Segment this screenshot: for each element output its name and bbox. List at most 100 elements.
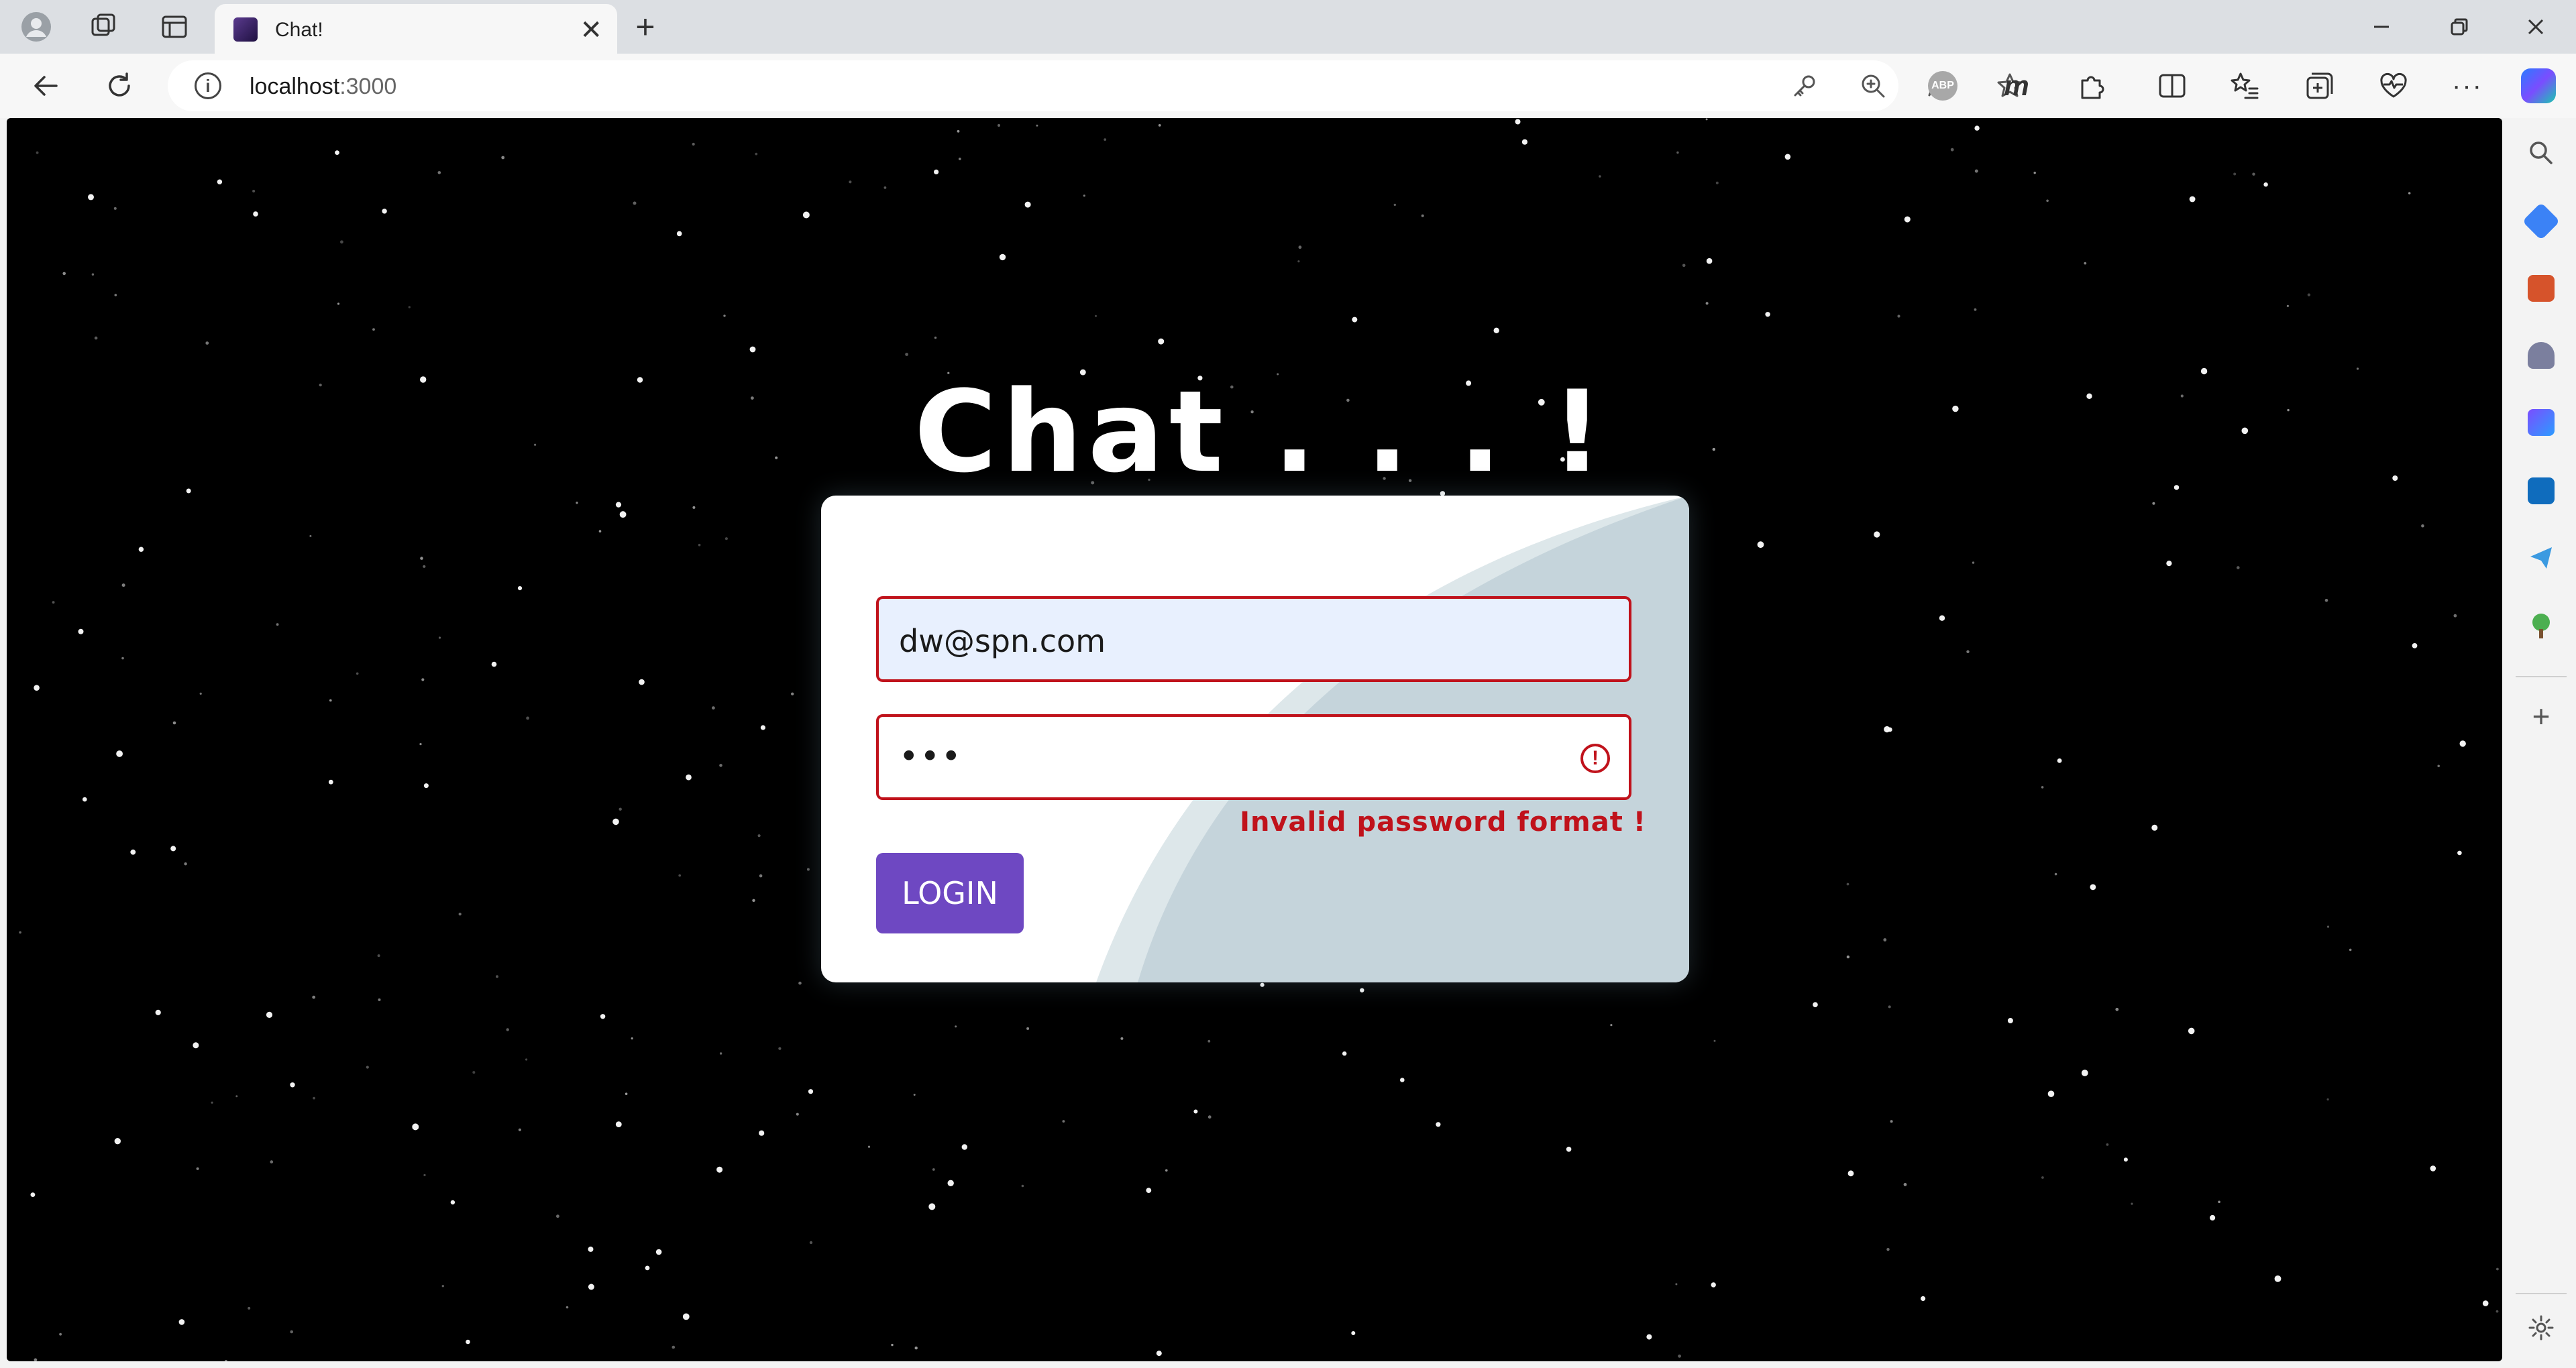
sidebar-search-icon[interactable]	[2524, 135, 2559, 170]
star	[412, 1123, 419, 1131]
star	[556, 1214, 559, 1218]
star	[266, 1011, 273, 1018]
star	[1599, 175, 1601, 178]
email-field[interactable]: dw@spn.com	[876, 596, 1631, 682]
star	[116, 750, 123, 757]
sidebar-games-icon[interactable]	[2524, 338, 2559, 373]
tab-actions-icon[interactable]	[156, 8, 193, 46]
star	[34, 1358, 38, 1361]
star	[1360, 988, 1364, 992]
split-screen-icon[interactable]	[2153, 67, 2191, 105]
star	[724, 537, 728, 540]
favorites-list-icon[interactable]	[2226, 67, 2263, 105]
star	[600, 1014, 606, 1019]
zoom-icon[interactable]	[1857, 70, 1889, 102]
sidebar-outlook-icon[interactable]	[2524, 473, 2559, 508]
star	[2166, 561, 2172, 567]
star	[645, 1265, 650, 1271]
star	[1208, 1115, 1212, 1119]
star	[170, 846, 176, 852]
star	[114, 294, 117, 296]
password-field[interactable]: ••• !	[876, 714, 1631, 800]
star	[1952, 405, 1959, 412]
minimize-icon[interactable]	[2355, 8, 2408, 46]
sidebar-tree-icon[interactable]	[2524, 609, 2559, 644]
star	[676, 231, 682, 237]
star	[775, 456, 778, 459]
star	[408, 306, 411, 308]
star	[423, 783, 429, 789]
star	[34, 685, 40, 691]
star	[1208, 1039, 1211, 1043]
star	[619, 807, 622, 811]
star	[377, 954, 380, 958]
star	[1036, 124, 1038, 127]
star	[905, 353, 908, 356]
star	[155, 1009, 161, 1015]
close-tab-icon[interactable]: ✕	[580, 15, 602, 46]
star	[1903, 1183, 1907, 1186]
more-icon[interactable]: ···	[2449, 67, 2486, 105]
star	[957, 129, 960, 133]
sidebar-shopping-icon[interactable]	[2522, 202, 2561, 241]
back-icon[interactable]	[27, 67, 64, 105]
star	[934, 336, 937, 339]
sidebar-office-icon[interactable]	[2524, 405, 2559, 440]
star	[2210, 1214, 2216, 1221]
url-field[interactable]: i localhost:3000	[168, 60, 2023, 111]
star	[655, 1249, 662, 1255]
star	[19, 931, 21, 934]
star	[1757, 541, 1764, 549]
restore-icon[interactable]	[2432, 8, 2486, 46]
extensions-icon[interactable]	[2073, 67, 2110, 105]
collections-icon[interactable]	[2301, 67, 2339, 105]
star	[335, 150, 339, 155]
sidebar-send-icon[interactable]	[2524, 540, 2559, 575]
star	[1966, 650, 1970, 653]
star	[615, 1121, 622, 1127]
star	[62, 272, 66, 276]
star	[1682, 264, 1686, 268]
tab-chat[interactable]: Chat! ✕	[215, 4, 617, 54]
email-field-value: dw@spn.com	[899, 623, 1106, 659]
browser-essentials-icon[interactable]	[2375, 67, 2412, 105]
star	[91, 273, 95, 276]
sidebar-tools-icon[interactable]	[2524, 271, 2559, 306]
star	[328, 779, 333, 785]
star	[2233, 172, 2237, 176]
star	[1784, 154, 1791, 160]
star	[1156, 1351, 1162, 1357]
star	[356, 672, 359, 675]
extension-m-icon[interactable]: m	[1998, 67, 2035, 105]
star	[2086, 393, 2092, 399]
star	[1083, 194, 1085, 197]
star	[1193, 1109, 1198, 1114]
star	[2482, 1300, 2489, 1306]
workspaces-icon[interactable]	[85, 8, 122, 46]
star	[576, 502, 578, 504]
close-window-icon[interactable]	[2509, 8, 2563, 46]
star	[178, 1319, 185, 1325]
star	[466, 1339, 470, 1345]
star	[809, 1241, 813, 1245]
new-tab-icon[interactable]: +	[627, 8, 664, 46]
profile-icon[interactable]	[17, 8, 55, 46]
star	[849, 180, 852, 184]
key-icon[interactable]	[1788, 70, 1821, 102]
star	[891, 1343, 894, 1347]
sidebar-settings-icon[interactable]	[2524, 1310, 2559, 1345]
star	[224, 1359, 227, 1361]
star	[1950, 148, 1954, 152]
refresh-icon[interactable]	[101, 67, 138, 105]
copilot-icon[interactable]	[2520, 67, 2557, 105]
sidebar-add-icon[interactable]: +	[2524, 699, 2559, 734]
login-button[interactable]: LOGIN	[876, 853, 1024, 933]
star	[808, 1089, 814, 1094]
star	[867, 1145, 871, 1148]
star	[2131, 1202, 2133, 1205]
info-icon[interactable]: i	[195, 72, 221, 99]
star	[1904, 216, 1911, 223]
star	[1095, 315, 1097, 317]
adblock-icon[interactable]: ABP	[1924, 67, 1962, 105]
star	[290, 1330, 294, 1334]
